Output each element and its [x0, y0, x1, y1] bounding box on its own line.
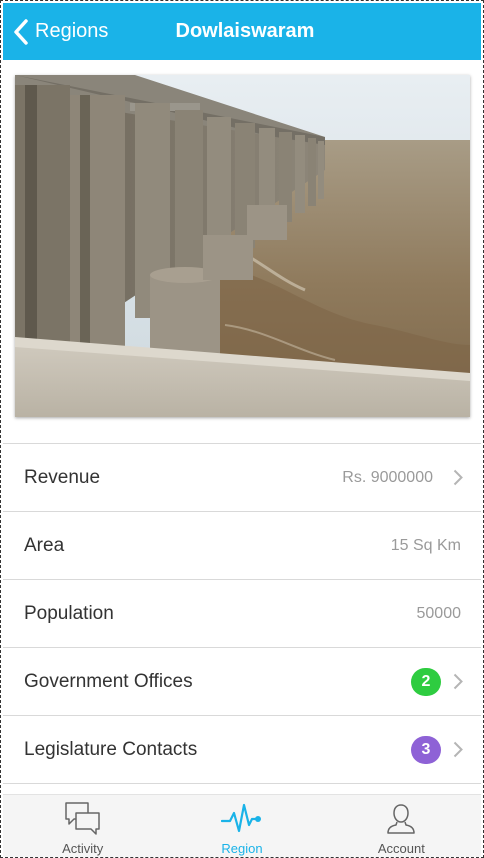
back-button[interactable]: Regions — [13, 3, 108, 60]
row-area: Area 15 Sq Km — [3, 511, 481, 579]
count-badge: 3 — [411, 736, 441, 764]
tab-label: Activity — [62, 841, 104, 856]
count-badge: 2 — [411, 668, 441, 696]
row-value: Rs. 9000000 — [342, 469, 433, 486]
row-revenue[interactable]: Revenue Rs. 9000000 — [3, 443, 481, 511]
tab-label: Account — [377, 841, 425, 856]
row-label: Government Offices — [24, 671, 193, 692]
person-icon — [386, 801, 416, 837]
tab-bar: Activity Region Account — [3, 794, 481, 857]
tab-account[interactable]: Account — [322, 795, 481, 857]
page-title: Dowlaiswaram — [175, 20, 315, 42]
pulse-icon — [220, 801, 263, 837]
tab-region[interactable]: Region — [162, 795, 321, 857]
chevron-right-icon — [453, 673, 463, 695]
region-photo — [15, 75, 470, 417]
row-value: 15 Sq Km — [390, 537, 461, 554]
region-details-list: Revenue Rs. 9000000 Area 15 Sq Km Popula… — [3, 443, 481, 784]
chevron-right-icon — [453, 741, 463, 763]
row-population: Population 50000 — [3, 579, 481, 647]
navigation-bar: Dowlaiswaram Regions — [3, 3, 481, 60]
back-label: Regions — [35, 20, 109, 42]
row-value: 50000 — [416, 605, 462, 622]
chevron-left-icon — [13, 18, 29, 45]
chevron-right-icon — [453, 469, 463, 491]
chat-bubbles-icon — [64, 801, 102, 837]
app-frame: Dowlaiswaram Regions Revenue Rs. 9000000… — [0, 0, 484, 858]
row-government-offices[interactable]: Government Offices 2 — [3, 647, 481, 715]
row-label: Legislature Contacts — [24, 739, 198, 760]
tab-activity[interactable]: Activity — [3, 795, 162, 857]
row-legislature-contacts[interactable]: Legislature Contacts 3 — [3, 715, 481, 784]
row-label: Population — [24, 603, 114, 624]
row-label: Revenue — [24, 467, 101, 488]
row-label: Area — [24, 535, 65, 556]
tab-label: Region — [221, 841, 263, 856]
